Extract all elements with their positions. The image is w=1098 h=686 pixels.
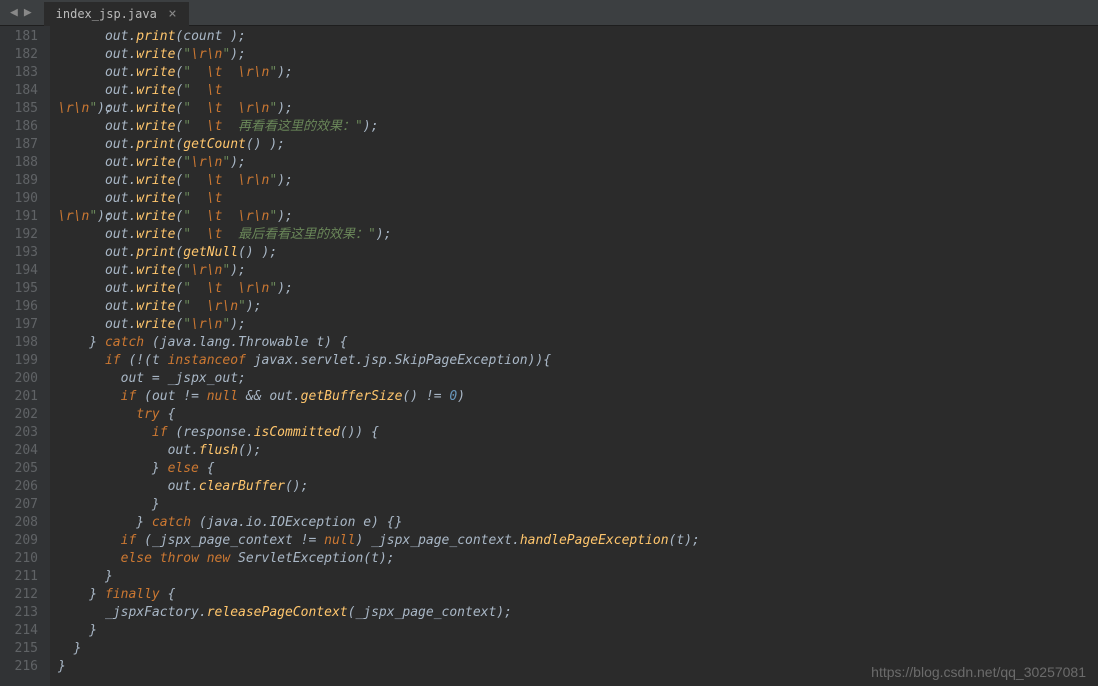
code-line[interactable]: out.print(getNull() ); <box>58 244 1098 262</box>
code-line[interactable]: try { <box>58 406 1098 424</box>
code-line[interactable]: } finally { <box>58 586 1098 604</box>
line-number: 200 <box>8 370 38 388</box>
line-number: 202 <box>8 406 38 424</box>
line-number: 188 <box>8 154 38 172</box>
line-number: 189 <box>8 172 38 190</box>
code-line[interactable]: _jspxFactory.releasePageContext(_jspx_pa… <box>58 604 1098 622</box>
line-number: 209 <box>8 532 38 550</box>
code-line[interactable]: out.write("\r\n"); <box>58 46 1098 64</box>
code-line[interactable]: } else { <box>58 460 1098 478</box>
line-number: 205 <box>8 460 38 478</box>
line-number: 201 <box>8 388 38 406</box>
tab-title: index_jsp.java <box>56 7 157 21</box>
line-number: 182 <box>8 46 38 64</box>
line-number: 194 <box>8 262 38 280</box>
editor[interactable]: 1811821831841851861871881891901911921931… <box>0 26 1098 686</box>
line-number: 215 <box>8 640 38 658</box>
code-line[interactable]: out = _jspx_out; <box>58 370 1098 388</box>
code-line[interactable]: out.write(" \t 最后看看这里的效果："); <box>58 226 1098 244</box>
line-number: 198 <box>8 334 38 352</box>
line-number: 191 <box>8 208 38 226</box>
code-line[interactable]: } catch (java.lang.Throwable t) { <box>58 334 1098 352</box>
close-icon[interactable]: × <box>164 6 180 22</box>
gutter: 1811821831841851861871881891901911921931… <box>0 26 50 686</box>
line-number: 210 <box>8 550 38 568</box>
line-number: 211 <box>8 568 38 586</box>
tab-bar: ◀ ▶ index_jsp.java × <box>0 0 1098 26</box>
code-line[interactable]: } <box>58 640 1098 658</box>
line-number: 208 <box>8 514 38 532</box>
line-number: 206 <box>8 478 38 496</box>
code-line[interactable]: } <box>58 568 1098 586</box>
nav-back-icon[interactable]: ◀ <box>8 5 20 20</box>
nav-forward-icon[interactable]: ▶ <box>22 5 34 20</box>
line-number: 203 <box>8 424 38 442</box>
code-line[interactable]: out.write(" \t \r\n"); <box>58 82 1098 100</box>
code-line[interactable]: if (out != null && out.getBufferSize() !… <box>58 388 1098 406</box>
code-area[interactable]: out.print(count ); out.write("\r\n"); ou… <box>50 26 1098 686</box>
line-number: 185 <box>8 100 38 118</box>
line-number: 186 <box>8 118 38 136</box>
code-line[interactable]: out.clearBuffer(); <box>58 478 1098 496</box>
line-number: 184 <box>8 82 38 100</box>
code-line[interactable]: if (response.isCommitted()) { <box>58 424 1098 442</box>
nav-arrows: ◀ ▶ <box>0 5 42 20</box>
code-line[interactable]: out.write(" \t \r\n"); <box>58 64 1098 82</box>
code-line[interactable]: out.write(" \t \r\n"); <box>58 190 1098 208</box>
code-line[interactable]: out.write("\r\n"); <box>58 262 1098 280</box>
code-line[interactable]: out.flush(); <box>58 442 1098 460</box>
line-number: 199 <box>8 352 38 370</box>
code-line[interactable]: else throw new ServletException(t); <box>58 550 1098 568</box>
code-line[interactable]: out.write("\r\n"); <box>58 154 1098 172</box>
line-number: 196 <box>8 298 38 316</box>
line-number: 187 <box>8 136 38 154</box>
code-line[interactable]: out.print(getCount() ); <box>58 136 1098 154</box>
line-number: 193 <box>8 244 38 262</box>
line-number: 212 <box>8 586 38 604</box>
code-line[interactable]: if (_jspx_page_context != null) _jspx_pa… <box>58 532 1098 550</box>
code-line[interactable]: out.write(" \r\n"); <box>58 298 1098 316</box>
code-line[interactable]: out.write(" \t \r\n"); <box>58 100 1098 118</box>
line-number: 183 <box>8 64 38 82</box>
line-number: 214 <box>8 622 38 640</box>
code-line[interactable]: } <box>58 496 1098 514</box>
code-line[interactable]: out.write(" \t \r\n"); <box>58 280 1098 298</box>
line-number: 204 <box>8 442 38 460</box>
code-line[interactable]: } catch (java.io.IOException e) {} <box>58 514 1098 532</box>
line-number: 190 <box>8 190 38 208</box>
code-line[interactable]: if (!(t instanceof javax.servlet.jsp.Ski… <box>58 352 1098 370</box>
line-number: 216 <box>8 658 38 676</box>
tab-index-jsp[interactable]: index_jsp.java × <box>44 0 189 26</box>
line-number: 197 <box>8 316 38 334</box>
line-number: 213 <box>8 604 38 622</box>
watermark: https://blog.csdn.net/qq_30257081 <box>871 664 1086 680</box>
code-line[interactable]: out.print(count ); <box>58 28 1098 46</box>
code-line[interactable]: out.write("\r\n"); <box>58 316 1098 334</box>
code-line[interactable]: } <box>58 622 1098 640</box>
line-number: 192 <box>8 226 38 244</box>
code-line[interactable]: out.write(" \t \r\n"); <box>58 208 1098 226</box>
line-number: 207 <box>8 496 38 514</box>
code-line[interactable]: out.write(" \t \r\n"); <box>58 172 1098 190</box>
code-line[interactable]: out.write(" \t 再看看这里的效果："); <box>58 118 1098 136</box>
line-number: 181 <box>8 28 38 46</box>
line-number: 195 <box>8 280 38 298</box>
